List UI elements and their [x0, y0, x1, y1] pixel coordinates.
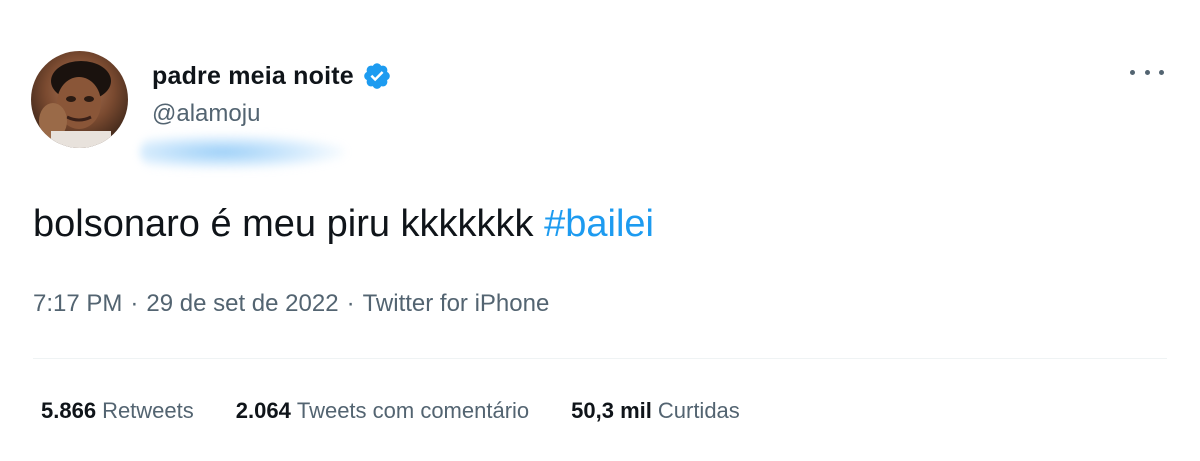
likes-count: 50,3 mil [571, 398, 652, 423]
quotes-count: 2.064 [235, 398, 291, 423]
avatar[interactable] [31, 51, 128, 148]
tweet-text: bolsonaro é meu piru kkkkkkk #bailei [33, 203, 654, 246]
display-name[interactable]: padre meia noite [152, 62, 354, 91]
likes-stat[interactable]: 50,3 mil Curtidas [571, 398, 740, 424]
quotes-stat[interactable]: 2.064 Tweets com comentário [236, 398, 529, 424]
author-name-row: padre meia noite [152, 60, 392, 92]
divider [33, 358, 1167, 359]
verified-badge-icon [362, 61, 392, 91]
more-horizontal-icon[interactable] [1130, 62, 1164, 82]
retweets-label: Retweets [102, 398, 194, 423]
meta-separator: · [346, 290, 355, 317]
tweet-time[interactable]: 7:17 PM [33, 290, 122, 317]
meta-separator: · [130, 290, 139, 317]
quotes-label: Tweets com comentário [296, 398, 530, 423]
retweets-stat[interactable]: 5.866 Retweets [41, 398, 194, 424]
tweet-body: bolsonaro é meu piru kkkkkkk [33, 203, 545, 245]
dot [1130, 69, 1135, 75]
tweet-card: padre meia noite @alamoju bolsonaro é me… [0, 0, 1200, 461]
dot [1159, 69, 1164, 75]
hashtag-link[interactable]: #bailei [544, 203, 654, 245]
redacted-blur [140, 134, 345, 170]
tweet-source[interactable]: Twitter for iPhone [363, 290, 550, 317]
likes-label: Curtidas [657, 398, 740, 423]
tweet-date[interactable]: 29 de set de 2022 [146, 290, 338, 317]
dot [1144, 69, 1150, 75]
tweet-meta: 7:17 PM · 29 de set de 2022 · Twitter for iP… [33, 290, 549, 318]
retweets-count: 5.866 [41, 398, 97, 423]
author-handle[interactable]: @alamoju [152, 100, 260, 128]
avatar-photo-icon [39, 61, 111, 148]
tweet-stats: 5.866 Retweets 2.064 Tweets com comentário… [41, 398, 782, 424]
